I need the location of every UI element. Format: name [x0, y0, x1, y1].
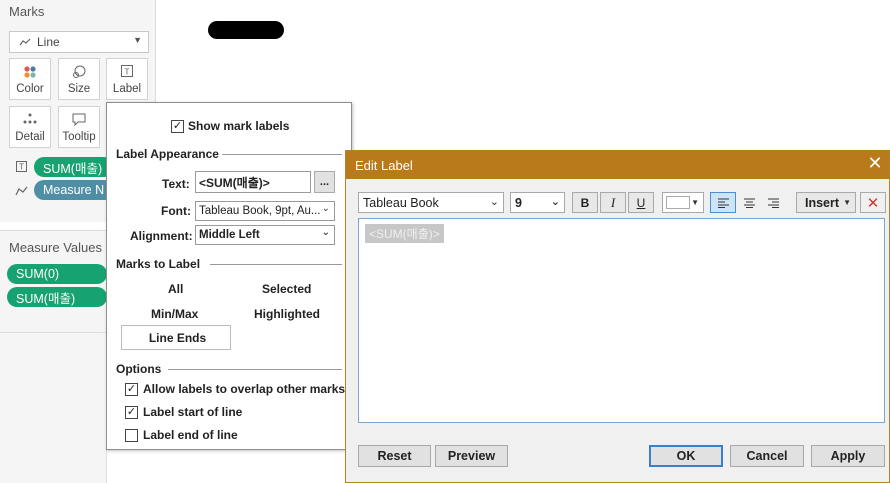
allow-overlap-label: Allow labels to overlap other marks: [143, 382, 346, 396]
detail-card[interactable]: Detail: [9, 106, 51, 148]
svg-text:T: T: [124, 68, 130, 77]
mark-type-label: Line: [37, 35, 60, 49]
label-appearance-heading: Label Appearance: [116, 147, 219, 161]
chevron-down-icon: ⌄: [489, 196, 499, 208]
show-mark-labels-checkbox[interactable]: ✓: [171, 120, 184, 133]
text-label: Text:: [162, 177, 190, 191]
size-icon: [59, 65, 99, 82]
text-color-picker[interactable]: ▼: [662, 192, 704, 213]
font-dropdown-value: Tableau Book, 9pt, Au...: [199, 205, 321, 217]
chevron-down-icon: ⌄: [321, 227, 330, 238]
color-icon: [10, 65, 50, 82]
svg-text:T: T: [18, 163, 24, 172]
tooltip-card-label: Tooltip: [62, 131, 96, 143]
font-label: Font:: [161, 204, 191, 218]
size-card[interactable]: Size: [58, 58, 100, 100]
size-card-label: Size: [67, 83, 91, 95]
chevron-down-icon: ▼: [691, 198, 699, 207]
divider: [168, 369, 342, 370]
dialog-title-bar: Edit Label: [346, 151, 889, 179]
italic-button[interactable]: I: [600, 192, 626, 213]
redacted-area: [208, 21, 284, 39]
chevron-down-icon: ⌄: [321, 203, 330, 214]
font-size-select[interactable]: 9 ⌄: [510, 192, 565, 213]
option-all[interactable]: All: [168, 282, 183, 296]
cancel-button[interactable]: Cancel: [730, 445, 804, 467]
edit-label-dialog: Edit Label ✕ Tableau Book ⌄ 9 ⌄ B I U ▼ …: [345, 150, 890, 483]
label-card-label: Label: [112, 83, 142, 95]
label-start-checkbox[interactable]: ✓: [125, 406, 138, 419]
alignment-value: Middle Left: [199, 229, 260, 241]
label-text-editor[interactable]: <SUM(매출)>: [358, 218, 885, 423]
tooltip-icon: [59, 113, 99, 129]
text-field[interactable]: <SUM(매출)>: [195, 171, 311, 193]
sum-sales-pill[interactable]: SUM(매출): [34, 157, 114, 177]
chevron-down-icon: ▼: [843, 198, 851, 207]
detail-card-label: Detail: [15, 131, 45, 143]
clear-icon[interactable]: ✕: [860, 192, 886, 213]
align-left-icon: [717, 198, 729, 208]
alignment-label: Alignment:: [130, 229, 193, 243]
measure-value-pill[interactable]: SUM(0): [7, 264, 107, 284]
label-end-label: Label end of line: [143, 428, 238, 442]
ok-button[interactable]: OK: [649, 445, 723, 467]
insert-label: Insert: [805, 195, 840, 210]
reset-button[interactable]: Reset: [358, 445, 431, 467]
shelf-background: [0, 333, 107, 483]
close-icon[interactable]: ✕: [865, 153, 885, 174]
chevron-down-icon: ⌄: [550, 196, 560, 208]
font-dropdown[interactable]: Tableau Book, 9pt, Au... ⌄: [195, 201, 335, 221]
bold-button[interactable]: B: [572, 192, 598, 213]
tooltip-card[interactable]: Tooltip: [58, 106, 100, 148]
divider: [210, 264, 342, 265]
label-card[interactable]: T Label: [106, 58, 148, 100]
font-family-value: Tableau Book: [363, 195, 439, 210]
insert-button[interactable]: Insert ▼: [796, 192, 856, 213]
underline-button[interactable]: U: [628, 192, 654, 213]
chevron-down-icon: ▼: [133, 35, 142, 45]
color-swatch: [666, 196, 690, 209]
edit-text-button[interactable]: ...: [314, 171, 335, 193]
text-icon: T: [107, 65, 147, 80]
marks-title: Marks: [9, 4, 45, 19]
option-min-max[interactable]: Min/Max: [151, 307, 198, 321]
option-highlighted[interactable]: Highlighted: [254, 307, 320, 321]
align-left-button[interactable]: [710, 192, 736, 213]
text-shelf-icon: T: [16, 161, 27, 175]
label-end-checkbox[interactable]: [125, 429, 138, 442]
alignment-dropdown[interactable]: Middle Left ⌄: [195, 225, 335, 245]
options-heading: Options: [116, 362, 162, 376]
detail-icon: [10, 113, 50, 128]
option-line-ends[interactable]: Line Ends: [121, 325, 231, 350]
path-shelf-icon: [15, 185, 28, 199]
font-size-value: 9: [515, 195, 522, 210]
marks-to-label-heading: Marks to Label: [116, 257, 201, 271]
dialog-title: Edit Label: [355, 157, 413, 173]
color-card[interactable]: Color: [9, 58, 51, 100]
selected-label-text[interactable]: <SUM(매출)>: [365, 224, 444, 243]
measure-values-title: Measure Values: [9, 240, 102, 255]
apply-button[interactable]: Apply: [811, 445, 885, 467]
align-right-button[interactable]: [760, 192, 786, 213]
align-right-icon: [767, 198, 779, 208]
label-start-label: Label start of line: [143, 405, 243, 419]
label-popup: ✓ Show mark labels Label Appearance Text…: [106, 102, 352, 450]
preview-button[interactable]: Preview: [435, 445, 508, 467]
measure-names-pill[interactable]: Measure N: [34, 180, 114, 200]
allow-overlap-checkbox[interactable]: ✓: [125, 383, 138, 396]
color-card-label: Color: [16, 83, 44, 95]
option-selected[interactable]: Selected: [262, 282, 311, 296]
line-mark-icon: [19, 35, 31, 49]
divider: [222, 154, 342, 155]
align-center-button[interactable]: [736, 192, 762, 213]
font-family-select[interactable]: Tableau Book ⌄: [358, 192, 504, 213]
mark-type-dropdown[interactable]: Line ▼: [9, 31, 149, 53]
align-center-icon: [743, 198, 755, 208]
show-mark-labels-label: Show mark labels: [188, 119, 290, 133]
measure-value-pill[interactable]: SUM(매출): [7, 287, 107, 307]
